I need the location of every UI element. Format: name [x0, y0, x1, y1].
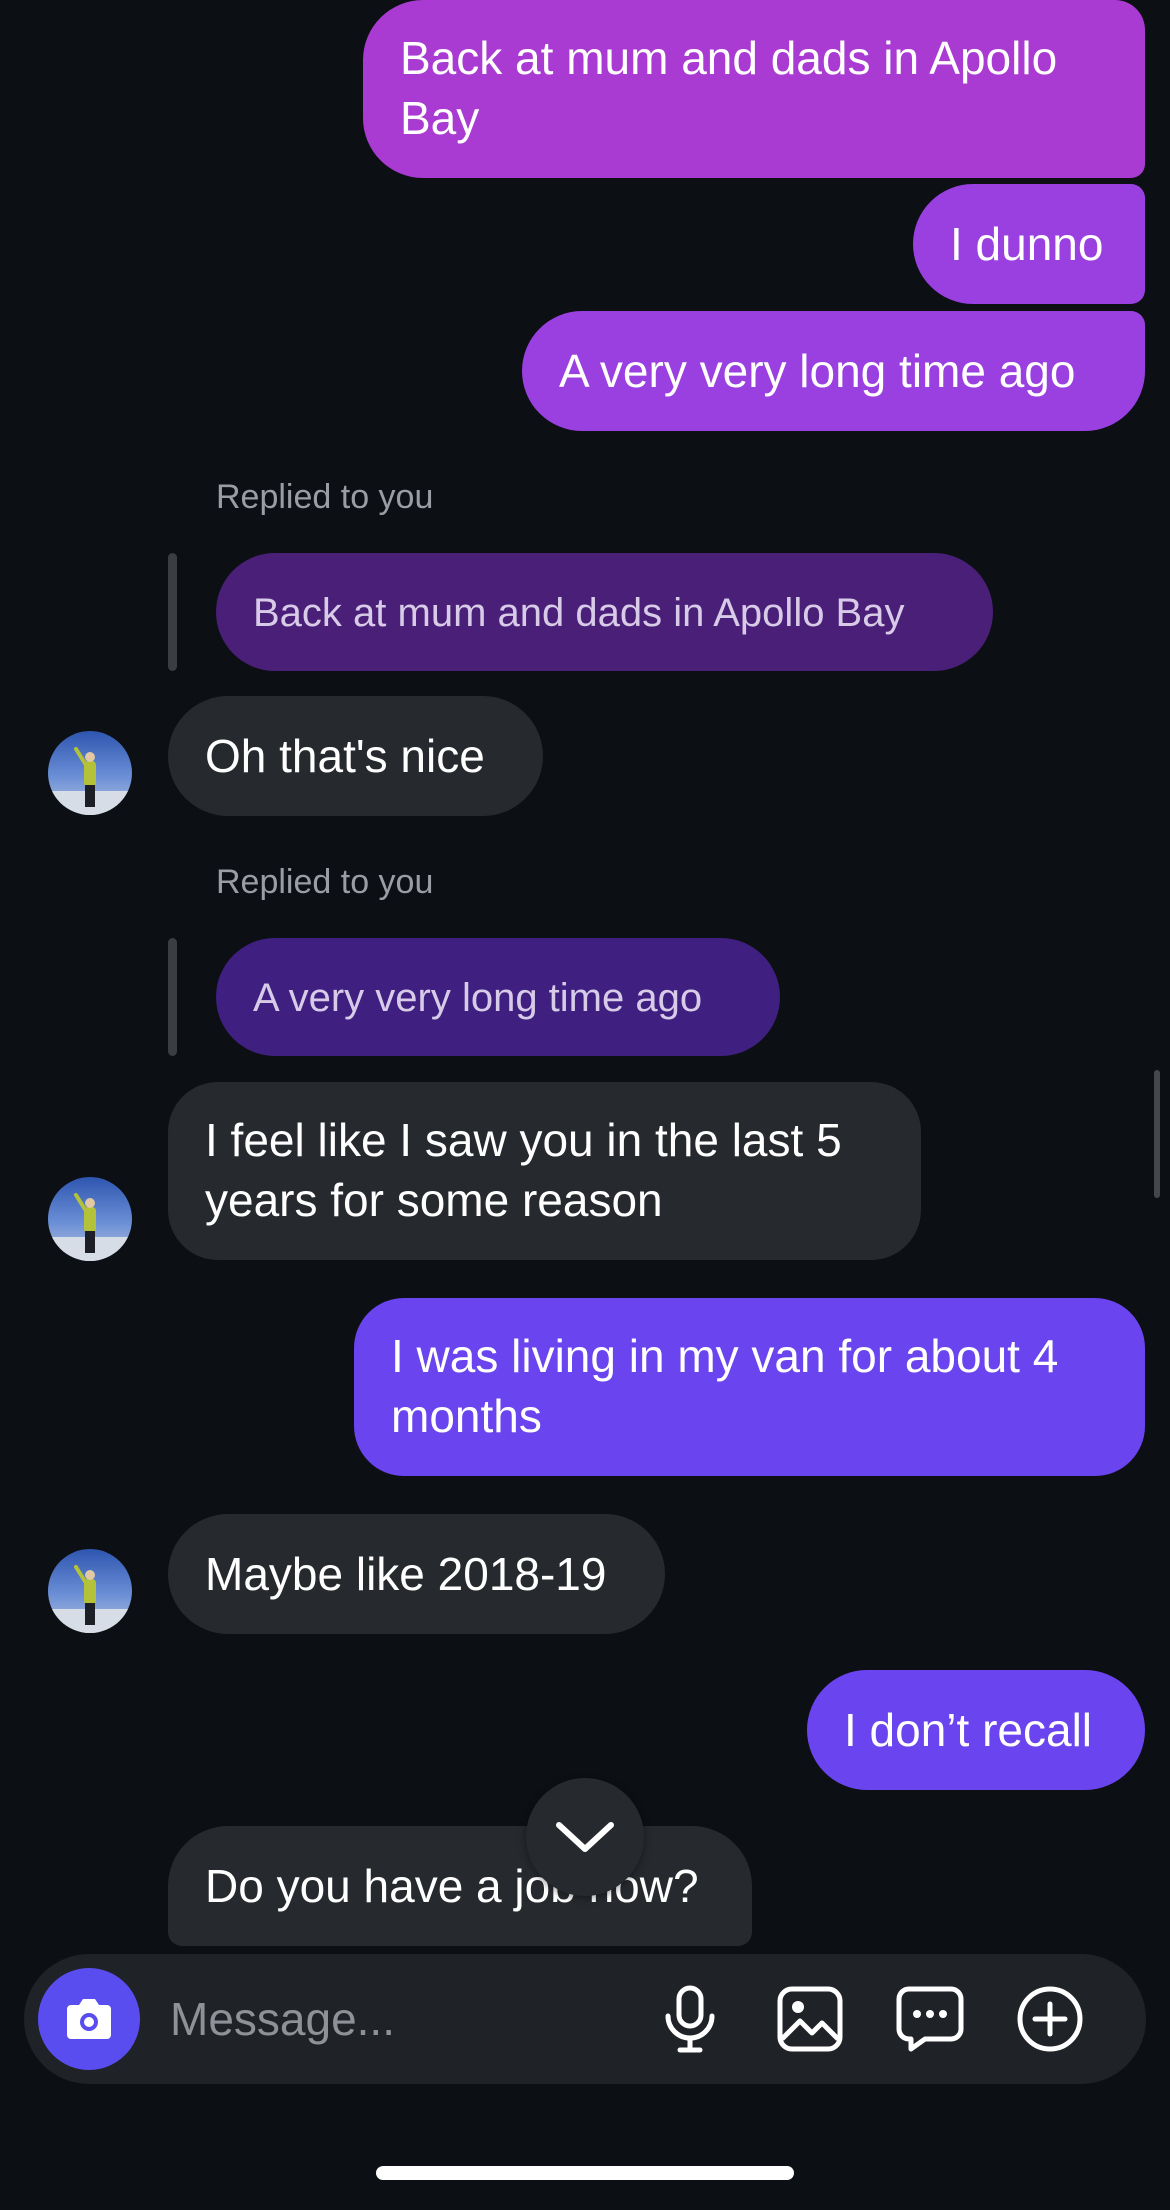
message-bubble-outgoing[interactable]: I dunno — [913, 184, 1145, 304]
contact-avatar[interactable] — [48, 731, 132, 815]
avatar-image — [48, 1549, 132, 1633]
add-more-button[interactable] — [1012, 1981, 1088, 2057]
message-bubble-outgoing[interactable]: I don’t recall — [807, 1670, 1145, 1790]
quoted-message[interactable]: A very very long time ago — [216, 938, 780, 1056]
message-bubble-outgoing[interactable]: A very very long time ago — [522, 311, 1145, 431]
sticker-chat-icon — [896, 1986, 964, 2052]
chevron-down-icon — [556, 1822, 614, 1852]
add-plus-icon — [1017, 1986, 1083, 2052]
message-text: Do you have a job now? — [205, 1860, 699, 1912]
quoted-message-text: Back at mum and dads in Apollo Bay — [253, 591, 905, 635]
message-bubble-incoming[interactable]: Maybe like 2018-19 — [168, 1514, 665, 1634]
camera-button[interactable] — [38, 1968, 140, 2070]
scroll-to-bottom-button[interactable] — [526, 1778, 644, 1896]
home-indicator[interactable] — [376, 2166, 794, 2180]
message-text: Maybe like 2018-19 — [205, 1548, 607, 1600]
camera-icon — [67, 1999, 111, 2039]
voice-message-button[interactable] — [652, 1981, 728, 2057]
sticker-chat-button[interactable] — [892, 1981, 968, 2057]
message-composer — [24, 1954, 1146, 2084]
reply-indicator-bar — [168, 553, 177, 671]
message-text: Back at mum and dads in Apollo Bay — [400, 32, 1058, 144]
replied-to-you-label: Replied to you — [216, 863, 434, 901]
message-bubble-incoming[interactable]: Do you have a job now? — [168, 1826, 752, 1946]
contact-avatar[interactable] — [48, 1177, 132, 1261]
gallery-button[interactable] — [772, 1981, 848, 2057]
message-bubble-outgoing[interactable]: I was living in my van for about 4 month… — [354, 1298, 1145, 1476]
message-text: Oh that's nice — [205, 730, 485, 782]
chat-screen: Back at mum and dads in Apollo Bay I dun… — [0, 0, 1170, 2210]
message-text: A very very long time ago — [559, 345, 1076, 397]
contact-avatar[interactable] — [48, 1549, 132, 1633]
avatar-image — [48, 731, 132, 815]
message-text: I dunno — [950, 218, 1104, 270]
reply-indicator-bar — [168, 938, 177, 1056]
message-text: I was living in my van for about 4 month… — [391, 1330, 1059, 1442]
message-text: I don’t recall — [844, 1704, 1093, 1756]
avatar-image — [48, 1177, 132, 1261]
microphone-icon — [665, 1985, 715, 2053]
quoted-message[interactable]: Back at mum and dads in Apollo Bay — [216, 553, 993, 671]
message-text: I feel like I saw you in the last 5 year… — [205, 1114, 842, 1226]
message-input[interactable] — [170, 1986, 630, 2052]
message-bubble-incoming[interactable]: Oh that's nice — [168, 696, 543, 816]
message-bubble-outgoing[interactable]: Back at mum and dads in Apollo Bay — [363, 0, 1145, 178]
quoted-message-text: A very very long time ago — [253, 976, 703, 1020]
message-bubble-incoming[interactable]: I feel like I saw you in the last 5 year… — [168, 1082, 921, 1260]
replied-to-you-label: Replied to you — [216, 478, 434, 516]
gallery-icon — [777, 1986, 843, 2052]
scrollbar[interactable] — [1154, 1070, 1160, 1198]
